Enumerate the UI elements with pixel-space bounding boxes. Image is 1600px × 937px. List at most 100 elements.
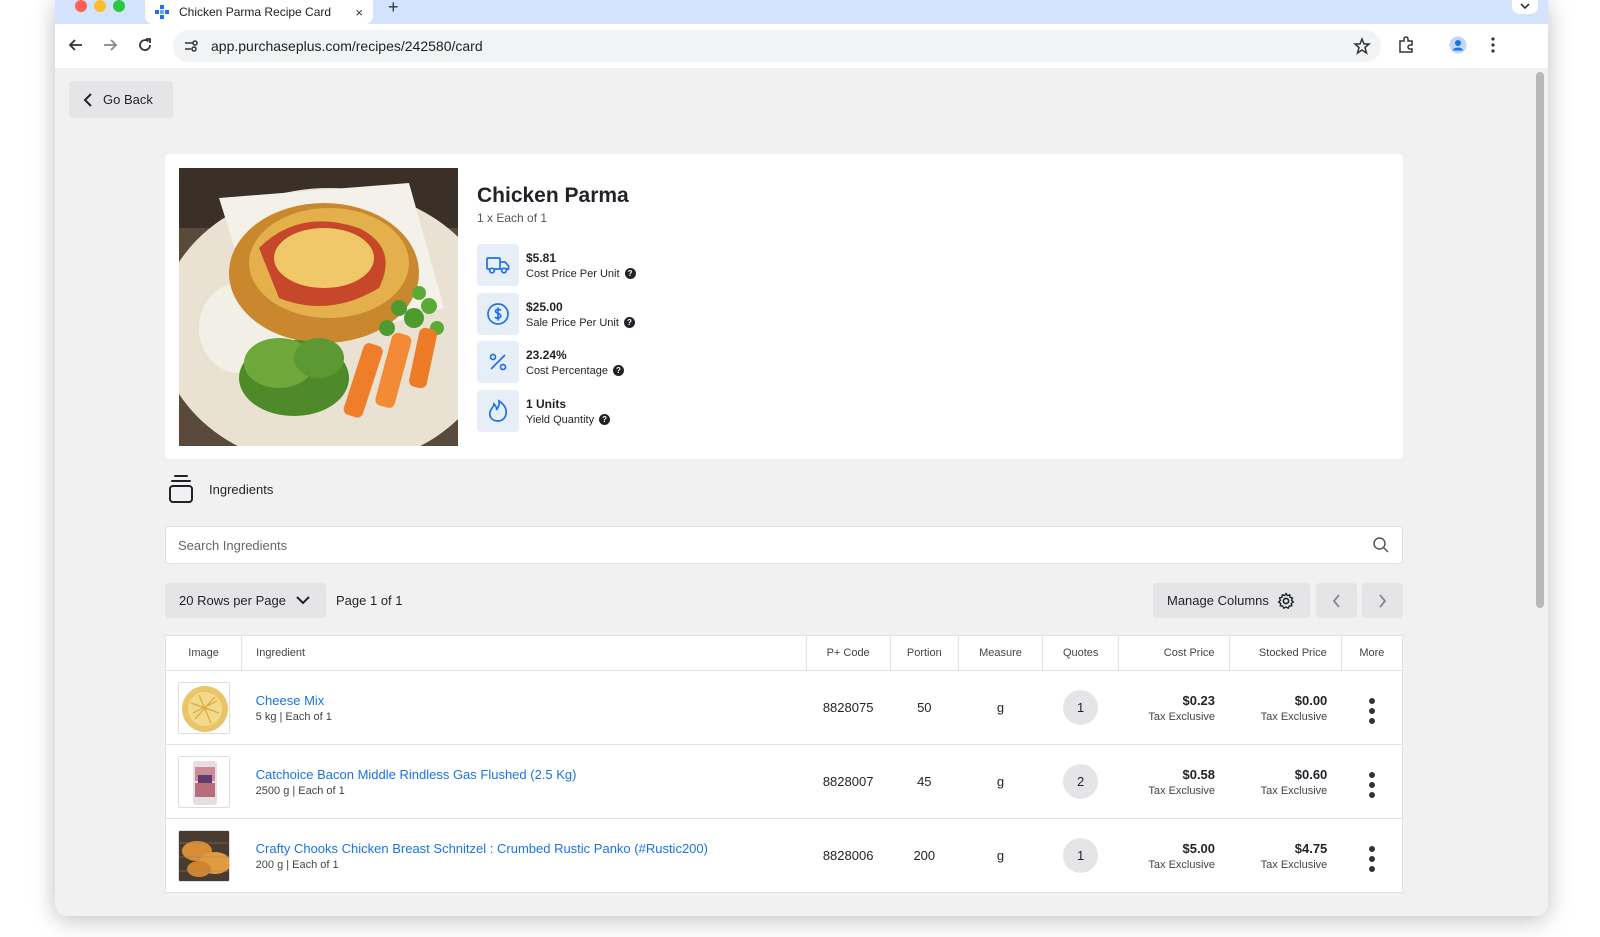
- column-header-measure: Measure: [958, 635, 1044, 671]
- ingredients-table: Image Ingredient P+ Code Portion Measure…: [165, 635, 1403, 893]
- flame-icon: [477, 390, 519, 432]
- cost-price-value: $5.81: [526, 250, 557, 265]
- table-row: Crafty Chooks Chicken Breast Schnitzel :…: [165, 818, 1403, 893]
- cost-price-label: Cost Price Per Unit: [526, 267, 620, 280]
- chevron-down-icon: [296, 596, 310, 605]
- stocked-price: $0.00: [1294, 692, 1328, 708]
- column-header-portion: Portion: [890, 635, 959, 671]
- cost-tax-note: Tax Exclusive: [1148, 710, 1216, 723]
- rows-per-page-select[interactable]: 20 Rows per Page: [165, 583, 326, 618]
- manage-columns-label: Manage Columns: [1167, 593, 1269, 608]
- quotes-badge[interactable]: 1: [1063, 838, 1099, 873]
- stat-sale-price: $25.00 Sale Price Per Unit?: [477, 293, 777, 335]
- measure-value: g: [958, 670, 1043, 745]
- stat-cost-percentage: 23.24% Cost Percentage?: [477, 341, 777, 383]
- portion-value: 50: [890, 670, 959, 745]
- help-icon[interactable]: ?: [623, 317, 635, 328]
- page-scrollbar[interactable]: [1536, 72, 1544, 608]
- ingredient-link[interactable]: Crafty Chooks Chicken Breast Schnitzel :…: [256, 841, 806, 856]
- kebab-menu-icon: [1491, 37, 1495, 53]
- go-back-button[interactable]: Go Back: [69, 81, 173, 118]
- table-header-row: Image Ingredient P+ Code Portion Measure…: [165, 635, 1403, 671]
- close-window-button[interactable]: [75, 0, 87, 12]
- chevron-left-icon: [1332, 593, 1340, 608]
- minimize-window-button[interactable]: [94, 0, 106, 12]
- product-code: 8828075: [806, 670, 891, 745]
- stocked-tax-note: Tax Exclusive: [1260, 784, 1328, 797]
- cost-tax-note: Tax Exclusive: [1148, 858, 1216, 871]
- measure-value: g: [958, 818, 1043, 893]
- table-row: Cheese Mix 5 kg | Each of 1 8828075 50 g …: [165, 670, 1403, 745]
- bookmark-star-icon[interactable]: [1353, 37, 1371, 55]
- ingredient-link[interactable]: Catchoice Bacon Middle Rindless Gas Flus…: [256, 767, 806, 782]
- browser-toolbar: app.purchaseplus.com/recipes/242580/card: [55, 24, 1548, 68]
- profile-button[interactable]: [1448, 35, 1468, 55]
- sale-price-label: Sale Price Per Unit: [526, 316, 619, 329]
- yield-quantity-value: 1 Units: [526, 396, 567, 411]
- column-header-stocked-price: Stocked Price: [1229, 635, 1342, 671]
- help-icon[interactable]: ?: [612, 365, 624, 376]
- address-bar[interactable]: app.purchaseplus.com/recipes/242580/card: [173, 30, 1381, 62]
- tab-recipe-card[interactable]: Chicken Parma Recipe Card ×: [145, 0, 373, 24]
- more-options-icon[interactable]: [1368, 697, 1375, 724]
- more-options-icon[interactable]: [1368, 771, 1375, 798]
- ingredients-heading-label: Ingredients: [209, 481, 274, 497]
- portion-value: 200: [890, 818, 959, 893]
- recipe-photo: [179, 168, 458, 446]
- quotes-badge[interactable]: 2: [1063, 764, 1099, 799]
- recipe-title: Chicken Parma: [477, 184, 629, 207]
- dollar-icon: [477, 293, 519, 335]
- product-code: 8828007: [806, 744, 891, 819]
- gear-icon: [1277, 591, 1295, 609]
- browser-menu-button[interactable]: [1483, 35, 1503, 55]
- url-text[interactable]: app.purchaseplus.com/recipes/242580/card: [211, 38, 483, 54]
- new-tab-icon[interactable]: +: [388, 0, 399, 18]
- tab-search-button[interactable]: [1512, 0, 1538, 14]
- manage-columns-button[interactable]: Manage Columns: [1153, 583, 1310, 618]
- go-back-label: Go Back: [103, 92, 153, 107]
- column-header-code: P+ Code: [806, 635, 891, 671]
- stocked-tax-note: Tax Exclusive: [1260, 710, 1328, 723]
- avatar-icon: [1449, 36, 1467, 54]
- search-ingredients-input[interactable]: [178, 537, 1372, 553]
- tab-bar: Chicken Parma Recipe Card × +: [55, 0, 1548, 24]
- stat-cost-price: $5.81 Cost Price Per Unit?: [477, 244, 777, 286]
- extensions-button[interactable]: [1396, 35, 1416, 55]
- column-header-more: More: [1341, 635, 1403, 671]
- page-info: Page 1 of 1: [336, 593, 403, 608]
- table-row: Catchoice Bacon Middle Rindless Gas Flus…: [165, 744, 1403, 819]
- product-code: 8828006: [806, 818, 891, 893]
- cost-price: $5.00: [1182, 840, 1216, 856]
- search-ingredients-field[interactable]: [165, 526, 1403, 564]
- maximize-window-button[interactable]: [113, 0, 125, 12]
- cost-percentage-label: Cost Percentage: [526, 364, 608, 377]
- more-options-icon[interactable]: [1368, 845, 1375, 872]
- cost-price: $0.58: [1182, 766, 1216, 782]
- recipe-card: Chicken Parma 1 x Each of 1 $5.81 Cost P…: [165, 154, 1403, 459]
- reload-button[interactable]: [134, 34, 156, 56]
- search-icon[interactable]: [1372, 536, 1390, 554]
- help-icon[interactable]: ?: [624, 268, 636, 279]
- ingredient-detail: 2500 g | Each of 1: [255, 784, 345, 797]
- cheese-image: [177, 681, 230, 734]
- ingredient-link[interactable]: Cheese Mix: [256, 693, 806, 708]
- help-icon[interactable]: ?: [599, 414, 611, 425]
- quotes-badge[interactable]: 1: [1063, 690, 1099, 725]
- forward-button[interactable]: [99, 34, 121, 56]
- back-button[interactable]: [65, 34, 87, 56]
- reload-icon: [139, 38, 151, 51]
- site-settings-icon[interactable]: [183, 38, 199, 54]
- chevron-down-icon: [1520, 3, 1530, 10]
- bacon-image: [177, 755, 230, 808]
- percent-icon: [477, 341, 519, 383]
- previous-page-button[interactable]: [1316, 583, 1357, 618]
- cost-price: $0.23: [1182, 692, 1216, 708]
- column-header-ingredient: Ingredient: [241, 635, 807, 671]
- stocked-price: $4.75: [1294, 840, 1328, 856]
- next-page-button[interactable]: [1362, 583, 1403, 618]
- tab-close-icon[interactable]: ×: [355, 5, 363, 20]
- column-header-image: Image: [165, 635, 243, 671]
- arrow-left-icon: [68, 39, 82, 51]
- tab-title: Chicken Parma Recipe Card: [179, 5, 332, 19]
- rows-per-page-label: 20 Rows per Page: [179, 593, 286, 608]
